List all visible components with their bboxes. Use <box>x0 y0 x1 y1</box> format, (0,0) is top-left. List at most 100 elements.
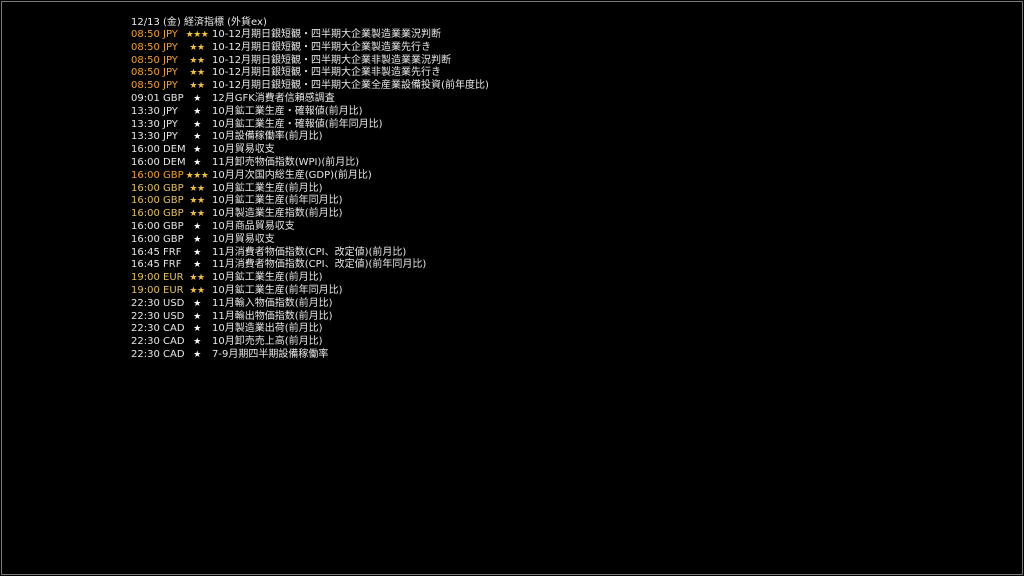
event-row: 16:00 DEM ★ 10月貿易収支 <box>131 144 651 157</box>
event-name: 10月商品貿易収支 <box>212 220 295 232</box>
importance-stars: ★★ <box>189 55 205 66</box>
event-currency: JPY <box>163 41 178 53</box>
event-row: 08:50 JPY ★★★ 10-12月期日銀短観・四半期大企業製造業業況判断 <box>131 29 651 42</box>
importance-stars: ★ <box>193 349 201 360</box>
event-time: 16:45 <box>131 246 160 258</box>
event-name: 12月GFK消費者信頼感調査 <box>212 92 335 104</box>
event-row: 16:00 GBP ★★ 10月鉱工業生産(前月比) <box>131 183 651 196</box>
importance-stars: ★★ <box>189 42 205 53</box>
event-time: 19:00 <box>131 284 160 296</box>
event-time: 13:30 <box>131 118 160 130</box>
event-name: 10月鉱工業生産・確報値(前月比) <box>212 105 363 117</box>
event-time: 22:30 <box>131 310 160 322</box>
event-row: 16:00 GBP ★★★ 10月月次国内総生産(GDP)(前月比) <box>131 170 651 183</box>
event-row: 16:00 GBP ★★ 10月鉱工業生産(前年同月比) <box>131 195 651 208</box>
calendar-title: 12/13 (金) 経済指標 (外貨ex) <box>131 17 267 28</box>
event-row: 19:00 EUR ★★ 10月鉱工業生産(前月比) <box>131 272 651 285</box>
event-currency: GBP <box>163 195 184 207</box>
event-time: 08:50 <box>131 67 160 79</box>
event-time: 19:00 <box>131 272 160 284</box>
event-row: 22:30 CAD ★ 10月卸売売上高(前月比) <box>131 336 651 349</box>
event-row: 22:30 USD ★ 11月輸入物価指数(前月比) <box>131 298 651 311</box>
event-currency: DEM <box>163 144 186 156</box>
event-time: 16:00 <box>131 144 160 156</box>
importance-stars: ★ <box>193 324 201 335</box>
event-row: 22:30 CAD ★ 7-9月期四半期設備稼働率 <box>131 349 651 362</box>
event-time: 22:30 <box>131 297 160 309</box>
importance-stars: ★★ <box>189 209 205 220</box>
event-name: 7-9月期四半期設備稼働率 <box>212 348 329 360</box>
event-currency: GBP <box>163 208 184 220</box>
event-row: 08:50 JPY ★★ 10-12月期日銀短観・四半期大企業非製造業先行き <box>131 67 651 80</box>
event-time: 08:50 <box>131 80 160 92</box>
event-name: 10-12月期日銀短観・四半期大企業全産業設備投資(前年度比) <box>212 80 489 92</box>
importance-stars: ★★ <box>189 68 205 79</box>
event-time: 13:30 <box>131 131 160 143</box>
event-name: 11月消費者物価指数(CPI、改定値)(前月比) <box>212 246 407 258</box>
event-list: 08:50 JPY ★★★ 10-12月期日銀短観・四半期大企業製造業業況判断 … <box>131 29 651 362</box>
importance-stars: ★★★ <box>185 170 209 181</box>
event-time: 16:00 <box>131 233 160 245</box>
importance-stars: ★ <box>193 145 201 156</box>
event-name: 10月月次国内総生産(GDP)(前月比) <box>212 169 372 181</box>
event-row: 22:30 USD ★ 11月輸出物価指数(前月比) <box>131 311 651 324</box>
event-row: 08:50 JPY ★★ 10-12月期日銀短観・四半期大企業全産業設備投資(前… <box>131 80 651 93</box>
event-row: 16:00 GBP ★ 10月商品貿易収支 <box>131 221 651 234</box>
event-name: 10月鉱工業生産(前年同月比) <box>212 195 343 207</box>
event-name: 10月鉱工業生産(前月比) <box>212 272 323 284</box>
event-time: 16:00 <box>131 195 160 207</box>
event-time: 16:00 <box>131 169 160 181</box>
event-row: 09:01 GBP ★ 12月GFK消費者信頼感調査 <box>131 93 651 106</box>
economic-calendar-panel: 12/13 (金) 経済指標 (外貨ex) 08:50 JPY ★★★ 10-1… <box>131 16 651 362</box>
event-time: 08:50 <box>131 29 160 40</box>
event-name: 10月設備稼働率(前月比) <box>212 131 323 143</box>
event-time: 08:50 <box>131 41 160 53</box>
event-name: 10-12月期日銀短観・四半期大企業非製造業業況判断 <box>212 54 452 66</box>
event-row: 13:30 JPY ★ 10月鉱工業生産・確報値(前年同月比) <box>131 119 651 132</box>
event-currency: DEM <box>163 156 186 168</box>
importance-stars: ★★★ <box>185 30 209 40</box>
event-row: 16:00 DEM ★ 11月卸売物価指数(WPI)(前月比) <box>131 157 651 170</box>
event-row: 13:30 JPY ★ 10月設備稼働率(前月比) <box>131 131 651 144</box>
event-currency: JPY <box>163 80 178 92</box>
event-name: 10-12月期日銀短観・四半期大企業製造業業況判断 <box>212 29 442 40</box>
event-currency: CAD <box>163 348 185 360</box>
importance-stars: ★ <box>193 106 201 117</box>
event-name: 10月貿易収支 <box>212 233 275 245</box>
importance-stars: ★ <box>193 247 201 258</box>
event-name: 10-12月期日銀短観・四半期大企業非製造業先行き <box>212 67 442 79</box>
event-row: 13:30 JPY ★ 10月鉱工業生産・確報値(前月比) <box>131 106 651 119</box>
importance-stars: ★★ <box>189 273 205 284</box>
event-currency: GBP <box>163 92 184 104</box>
event-row: 08:50 JPY ★★ 10-12月期日銀短観・四半期大企業非製造業業況判断 <box>131 55 651 68</box>
event-currency: JPY <box>163 105 178 117</box>
event-time: 16:00 <box>131 208 160 220</box>
importance-stars: ★★ <box>189 196 205 207</box>
importance-stars: ★ <box>193 157 201 168</box>
event-currency: FRF <box>163 259 182 271</box>
event-currency: GBP <box>163 182 184 194</box>
event-name: 10月貿易収支 <box>212 144 275 156</box>
event-currency: USD <box>163 310 185 322</box>
event-row: 16:45 FRF ★ 11月消費者物価指数(CPI、改定値)(前年同月比) <box>131 259 651 272</box>
event-name: 10月鉱工業生産(前年同月比) <box>212 284 343 296</box>
event-time: 09:01 <box>131 92 160 104</box>
event-currency: EUR <box>163 272 184 284</box>
event-name: 10月製造業生産指数(前月比) <box>212 208 343 220</box>
event-name: 11月卸売物価指数(WPI)(前月比) <box>212 156 360 168</box>
event-name: 10月卸売売上高(前月比) <box>212 336 323 348</box>
event-time: 16:00 <box>131 182 160 194</box>
event-currency: CAD <box>163 336 185 348</box>
event-row: 22:30 CAD ★ 10月製造業出荷(前月比) <box>131 323 651 336</box>
importance-stars: ★ <box>193 311 201 322</box>
importance-stars: ★ <box>193 119 201 130</box>
event-currency: GBP <box>163 233 184 245</box>
event-time: 22:30 <box>131 336 160 348</box>
event-currency: JPY <box>163 54 178 66</box>
event-name: 10月製造業出荷(前月比) <box>212 323 323 335</box>
importance-stars: ★ <box>193 337 201 348</box>
event-row: 19:00 EUR ★★ 10月鉱工業生産(前年同月比) <box>131 285 651 298</box>
event-currency: JPY <box>163 131 178 143</box>
event-time: 08:50 <box>131 54 160 66</box>
event-time: 22:30 <box>131 323 160 335</box>
